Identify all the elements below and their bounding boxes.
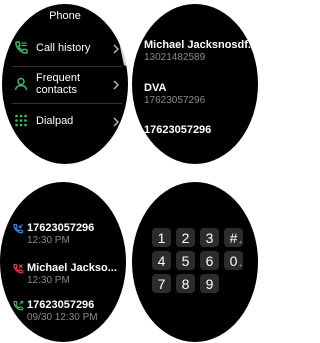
page-title: Phone bbox=[49, 10, 81, 22]
missed-call-icon bbox=[12, 262, 24, 274]
chevron-right-icon bbox=[112, 78, 120, 90]
contact-name: 17623057296 bbox=[144, 124, 212, 136]
menu-item-call-history[interactable]: Call history bbox=[12, 34, 122, 62]
call-title: 17623057296 bbox=[27, 299, 95, 311]
key-digit: # bbox=[229, 229, 238, 246]
call-log-item[interactable]: 17623057296 09/30 12:30 PM bbox=[12, 299, 122, 323]
key-hash[interactable]: # + bbox=[224, 228, 243, 247]
contact-number: 17623057296 bbox=[144, 95, 206, 106]
watch-phone-menu: Phone Call history Frequent contacts Dia… bbox=[2, 4, 128, 164]
key-8[interactable]: 8 bbox=[176, 274, 195, 293]
key-9[interactable]: 9 bbox=[200, 274, 219, 293]
call-title: 17623057296 bbox=[27, 222, 95, 234]
menu-label-call-history: Call history bbox=[36, 42, 91, 54]
key-digit: 4 bbox=[157, 252, 166, 269]
contact-number: 13021482589 bbox=[144, 52, 206, 63]
key-digit: 6 bbox=[205, 252, 214, 269]
key-4[interactable]: 4 bbox=[152, 251, 171, 270]
call-log-item[interactable]: Michael Jackso... 12:30 PM bbox=[12, 262, 122, 286]
key-subtext: + bbox=[239, 263, 242, 269]
dialpad-icon bbox=[12, 112, 30, 130]
key-6[interactable]: 6 bbox=[200, 251, 219, 270]
contact-name: DVA bbox=[144, 82, 167, 94]
outgoing-call-icon bbox=[12, 299, 24, 311]
key-digit: 0 bbox=[229, 252, 238, 269]
menu-item-frequent-contacts[interactable]: Frequent contacts bbox=[12, 70, 122, 98]
divider bbox=[12, 66, 122, 67]
contact-item[interactable]: Michael Jacksnosdf... 13021482589 bbox=[144, 39, 254, 63]
call-time: 12:30 PM bbox=[27, 235, 70, 246]
divider bbox=[12, 103, 122, 104]
chevron-right-icon bbox=[112, 115, 120, 127]
key-digit: 3 bbox=[205, 229, 214, 246]
contact-name: Michael Jacksnosdf... bbox=[144, 39, 254, 51]
key-digit: 9 bbox=[205, 275, 214, 292]
key-digit: 5 bbox=[181, 252, 190, 269]
watch-dialpad: 1 2 3 # + 4 5 6 0 + 7 8 9 bbox=[132, 182, 258, 342]
call-time: 09/30 12:30 PM bbox=[27, 312, 98, 323]
call-time: 12:30 PM bbox=[27, 275, 70, 286]
incoming-call-icon bbox=[12, 222, 24, 234]
call-log-item[interactable]: 17623057296 12:30 PM bbox=[12, 222, 122, 246]
key-2[interactable]: 2 bbox=[176, 228, 195, 247]
key-digit: 8 bbox=[181, 275, 190, 292]
keypad: 1 2 3 # + 4 5 6 0 + 7 8 9 bbox=[152, 228, 243, 293]
call-history-icon bbox=[12, 39, 30, 57]
key-3[interactable]: 3 bbox=[200, 228, 219, 247]
key-5[interactable]: 5 bbox=[176, 251, 195, 270]
contact-icon bbox=[12, 75, 30, 93]
menu-item-dialpad[interactable]: Dialpad bbox=[12, 107, 122, 135]
menu-label-dialpad: Dialpad bbox=[36, 115, 74, 127]
key-digit: 7 bbox=[157, 275, 166, 292]
watch-contacts-list: Michael Jacksnosdf... 13021482589 DVA 17… bbox=[132, 4, 258, 164]
menu-label-frequent-contacts: Frequent contacts bbox=[36, 72, 81, 96]
key-7[interactable]: 7 bbox=[152, 274, 171, 293]
screen: Phone Call history Frequent contacts Dia… bbox=[0, 0, 259, 343]
contact-item[interactable]: DVA 17623057296 bbox=[144, 82, 254, 106]
contact-item[interactable]: 17623057296 bbox=[144, 124, 254, 136]
key-digit: 1 bbox=[157, 229, 166, 246]
key-0[interactable]: 0 + bbox=[224, 251, 243, 270]
call-title: Michael Jackso... bbox=[27, 262, 117, 274]
key-1[interactable]: 1 bbox=[152, 228, 171, 247]
key-subtext: + bbox=[239, 240, 242, 246]
watch-call-history: 17623057296 12:30 PM Michael Jackso... 1… bbox=[0, 182, 126, 342]
key-digit: 2 bbox=[181, 229, 190, 246]
